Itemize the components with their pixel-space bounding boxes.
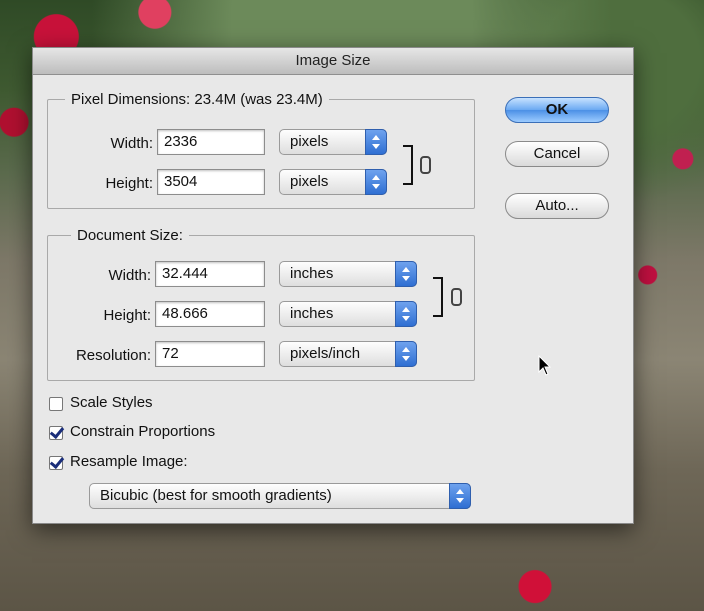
resample-image-checkbox[interactable] [49,456,63,470]
dialog-title: Image Size [33,48,633,75]
mouse-pointer-icon [538,355,552,376]
doc-width-unit-value: inches [290,265,334,282]
pixel-dimensions-legend: Pixel Dimensions: 23.4M (was 23.4M) [65,91,329,108]
dropdown-arrow-icon [449,483,471,509]
document-size-legend: Document Size: [71,227,189,244]
resample-method-value: Bicubic (best for smooth gradients) [100,487,332,504]
pixel-width-input[interactable]: 2336 [157,129,265,155]
pixel-height-label: Height: [105,175,153,192]
doc-height-unit-select[interactable]: inches [279,301,417,327]
resample-method-select[interactable]: Bicubic (best for smooth gradients) [89,483,471,509]
doc-width-unit-select[interactable]: inches [279,261,417,287]
pixel-height-unit-value: pixels [290,173,329,190]
doc-height-unit-value: inches [290,305,334,322]
doc-height-input[interactable]: 48.666 [155,301,265,327]
resolution-label: Resolution: [75,347,151,364]
scale-styles-label: Scale Styles [70,394,153,411]
doc-width-label: Width: [108,267,151,284]
resolution-input[interactable]: 72 [155,341,265,367]
resolution-unit-select[interactable]: pixels/inch [279,341,417,367]
chain-link-icon [451,288,462,306]
resample-image-label: Resample Image: [70,453,188,470]
pixel-constrain-bracket [403,145,413,185]
doc-width-input[interactable]: 32.444 [155,261,265,287]
cancel-button[interactable]: Cancel [505,141,609,167]
document-constrain-bracket [433,277,443,317]
doc-height-label: Height: [103,307,151,324]
auto-button[interactable]: Auto... [505,193,609,219]
chain-link-icon [420,156,431,174]
pixel-width-unit-select[interactable]: pixels [279,129,387,155]
pixel-height-unit-select[interactable]: pixels [279,169,387,195]
dropdown-arrow-icon [395,341,417,367]
dropdown-arrow-icon [395,261,417,287]
pixel-width-label: Width: [110,135,153,152]
pixel-height-input[interactable]: 3504 [157,169,265,195]
dropdown-arrow-icon [365,169,387,195]
scale-styles-checkbox[interactable] [49,397,63,411]
image-size-dialog: Image Size Pixel Dimensions: 23.4M (was … [32,47,634,524]
pixel-width-unit-value: pixels [290,133,329,150]
constrain-proportions-checkbox[interactable] [49,426,63,440]
resolution-unit-value: pixels/inch [290,345,361,362]
ok-button[interactable]: OK [505,97,609,123]
dropdown-arrow-icon [365,129,387,155]
dropdown-arrow-icon [395,301,417,327]
constrain-proportions-label: Constrain Proportions [70,423,216,440]
